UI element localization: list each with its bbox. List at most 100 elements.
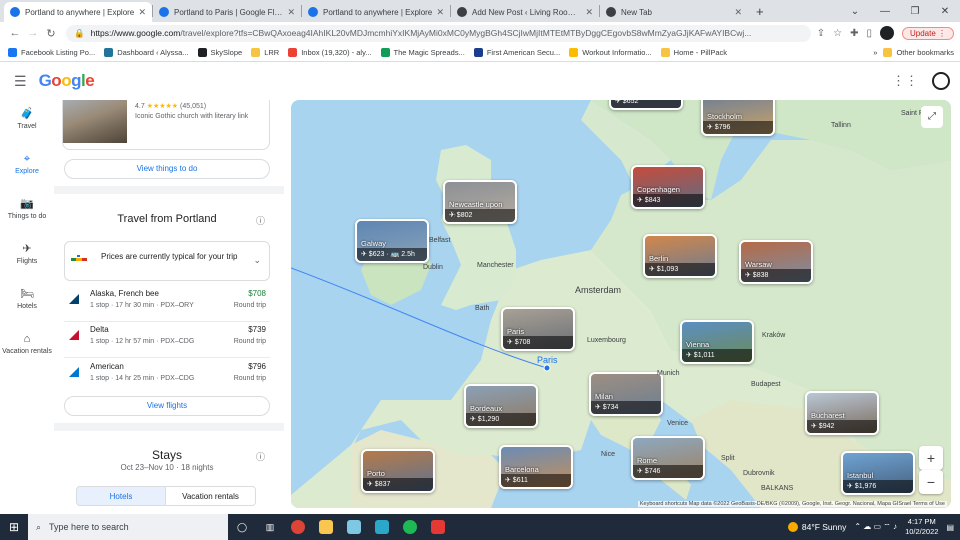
browser-tab[interactable]: Portland to Paris | Google Flights ✕ [153, 2, 301, 22]
attraction-card[interactable]: 4.7 ★★★★★ (45,051) Iconic Gothic church … [62, 100, 270, 150]
view-flights-button[interactable]: View flights [64, 396, 270, 416]
reload-button[interactable]: ↻ [42, 27, 60, 40]
rail-item[interactable]: 🛏 Hotels [0, 288, 54, 311]
notifications-icon[interactable]: ▤ [946, 523, 954, 532]
info-icon[interactable]: ⓘ [256, 450, 265, 463]
bookmark-item[interactable]: Facebook Listing Po... [8, 48, 95, 57]
bed-icon: 🛏 [20, 288, 34, 300]
bookmark-item[interactable]: Workout Informatio... [569, 48, 652, 57]
destination-card[interactable]: Milan ✈ $734 [589, 372, 663, 416]
explore-map[interactable]: Stockholm ✈ $796 Copenhagen ✈ $843 Newcastle… [291, 100, 951, 508]
tab-hotels[interactable]: Hotels [76, 486, 166, 506]
tab-close-icon[interactable]: ✕ [138, 7, 146, 18]
account-avatar[interactable] [932, 72, 950, 90]
tab-close-icon[interactable]: ✕ [734, 7, 742, 18]
zoom-out-button[interactable]: − [919, 470, 943, 494]
rail-item[interactable]: ⌖ Explore [0, 154, 54, 176]
destination-card[interactable]: Galway ✈ $623 · 🚌 2.5h [355, 219, 429, 263]
red-app-icon[interactable] [424, 514, 452, 540]
rail-item[interactable]: 🧳 Travel [0, 109, 54, 131]
destination-card[interactable]: Paris ✈ $708 [501, 307, 575, 351]
more-bookmarks-icon[interactable]: » [873, 48, 877, 57]
tab-search-icon[interactable]: ⌄ [840, 6, 870, 17]
destination-price: ✈ $942 [807, 420, 877, 433]
destination-card[interactable]: Vienna ✈ $1,011 [680, 320, 754, 364]
price-insight-box[interactable]: Prices are currently typical for your tr… [64, 241, 270, 281]
google-apps-icon[interactable]: ⋮⋮ [892, 73, 918, 89]
task-view-icon[interactable]: ◯ [228, 514, 256, 540]
destination-card[interactable]: Bucharest ✈ $942 [805, 391, 879, 435]
lock-icon[interactable]: 🔒 [74, 28, 85, 39]
tab-close-icon[interactable]: ✕ [287, 7, 295, 18]
destination-card[interactable]: Barcelona ✈ $611 [499, 445, 573, 489]
browser-tab[interactable]: Portland to anywhere | Explore ✕ [302, 2, 450, 22]
tab-close-icon[interactable]: ✕ [436, 7, 444, 18]
attraction-thumbnail[interactable] [63, 100, 127, 143]
flight-option[interactable]: Alaska, French bee 1 stop · 17 hr 30 min … [64, 289, 270, 325]
zoom-in-button[interactable]: + [919, 446, 943, 470]
network-icon[interactable]: ⌃ ☁ ▭ ⌔ ♪ [854, 522, 897, 532]
bookmark-item[interactable]: First American Secu... [473, 48, 560, 57]
map-attribution[interactable]: Keyboard shortcuts Map data ©2022 GeoBas… [637, 501, 947, 507]
bookmark-item[interactable]: LRR [251, 48, 279, 57]
destination-card[interactable]: Rome ✈ $746 [631, 436, 705, 480]
destination-card[interactable]: Istanbul ✈ $1,976 [841, 451, 915, 495]
extensions-icon[interactable]: ✚ [850, 28, 858, 39]
notepad-icon[interactable] [340, 514, 368, 540]
rail-item[interactable]: ⌂ Vacation rentals [0, 334, 54, 356]
clock-time: 4:17 PM [907, 517, 936, 526]
chevron-down-icon[interactable]: ⌄ [253, 255, 261, 266]
rail-item[interactable]: 📷 Things to do [0, 199, 54, 221]
back-button[interactable]: ← [6, 27, 24, 39]
destination-card[interactable]: Newcastle upon Tyne✈ $802 [443, 180, 517, 224]
fullscreen-button[interactable]: ⤢ [921, 106, 943, 128]
browser-tab[interactable]: Add New Post ‹ Living Room Re... ✕ [451, 2, 599, 22]
url-bar[interactable]: 🔒 https://www.google.com/travel/explore?… [66, 24, 811, 42]
bookmark-star-icon[interactable]: ☆ [833, 28, 842, 39]
destination-card[interactable]: Bordeaux ✈ $1,290 [464, 384, 538, 428]
info-icon[interactable]: ⓘ [256, 214, 265, 227]
weather-widget[interactable]: 84°F Sunny [787, 522, 846, 532]
spotify-icon[interactable] [396, 514, 424, 540]
browser-tab[interactable]: Portland to anywhere | Explore ✕ [4, 2, 152, 22]
tab-vacation-rentals[interactable]: Vacation rentals [166, 486, 256, 506]
flight-option[interactable]: Delta 1 stop · 12 hr 57 min · PDX–CDG $739… [64, 325, 270, 361]
file-explorer-icon[interactable] [312, 514, 340, 540]
start-button[interactable]: ⊞ [0, 520, 28, 534]
other-bookmarks[interactable]: Other bookmarks [883, 48, 954, 57]
flight-option[interactable]: American 1 stop · 14 hr 25 min · PDX–CDG $… [64, 362, 270, 398]
bookmark-favicon-icon [251, 48, 261, 57]
bookmark-item[interactable]: Home - PillPack [660, 48, 727, 57]
main-menu-icon[interactable]: ☰ [14, 73, 27, 90]
view-things-to-do-button[interactable]: View things to do [64, 159, 270, 179]
clock[interactable]: 4:17 PM 10/2/2022 [905, 517, 938, 537]
forward-button[interactable]: → [24, 27, 42, 39]
side-panel-icon[interactable]: ▯ [866, 28, 872, 39]
browser-tab[interactable]: New Tab ✕ [600, 2, 748, 22]
destination-card[interactable]: Berlin ✈ $1,093 [643, 234, 717, 278]
destination-card[interactable]: Porto ✈ $837 [361, 449, 435, 493]
bookmark-item[interactable]: Inbox (19,320) - aly... [288, 48, 372, 57]
bookmark-item[interactable]: Dashboard ‹ Alyssa... [104, 48, 189, 57]
share-icon[interactable]: ⇪ [817, 28, 825, 39]
tab-close-icon[interactable]: ✕ [585, 7, 593, 18]
destination-card[interactable]: Stockholm ✈ $796 [701, 100, 775, 136]
rail-item[interactable]: ✈ Flights [0, 244, 54, 266]
close-window-button[interactable]: ✕ [930, 6, 960, 17]
update-button[interactable]: Update ⋮ [901, 26, 954, 40]
signal-app-icon[interactable] [368, 514, 396, 540]
bookmark-item[interactable]: The Magic Spreads... [380, 48, 465, 57]
destination-card[interactable]: ✈ $652 [609, 100, 683, 110]
restore-button[interactable]: ❐ [900, 6, 930, 17]
google-logo[interactable]: Google [39, 71, 95, 91]
taskbar-search-box[interactable]: ⌕ Type here to search [28, 514, 228, 540]
widgets-icon[interactable]: ▥ [256, 514, 284, 540]
profile-avatar[interactable] [879, 26, 894, 40]
new-tab-button[interactable]: + [748, 4, 772, 19]
destination-card[interactable]: Warsaw ✈ $838 [739, 240, 813, 284]
bookmark-item[interactable]: SkySlope [197, 48, 242, 57]
destination-card[interactable]: Copenhagen ✈ $843 [631, 165, 705, 209]
system-tray: 84°F Sunny ⌃ ☁ ▭ ⌔ ♪ 4:17 PM 10/2/2022 ▤ [787, 517, 954, 537]
chrome-taskbar-icon[interactable] [284, 514, 312, 540]
minimize-button[interactable]: — [870, 6, 900, 17]
